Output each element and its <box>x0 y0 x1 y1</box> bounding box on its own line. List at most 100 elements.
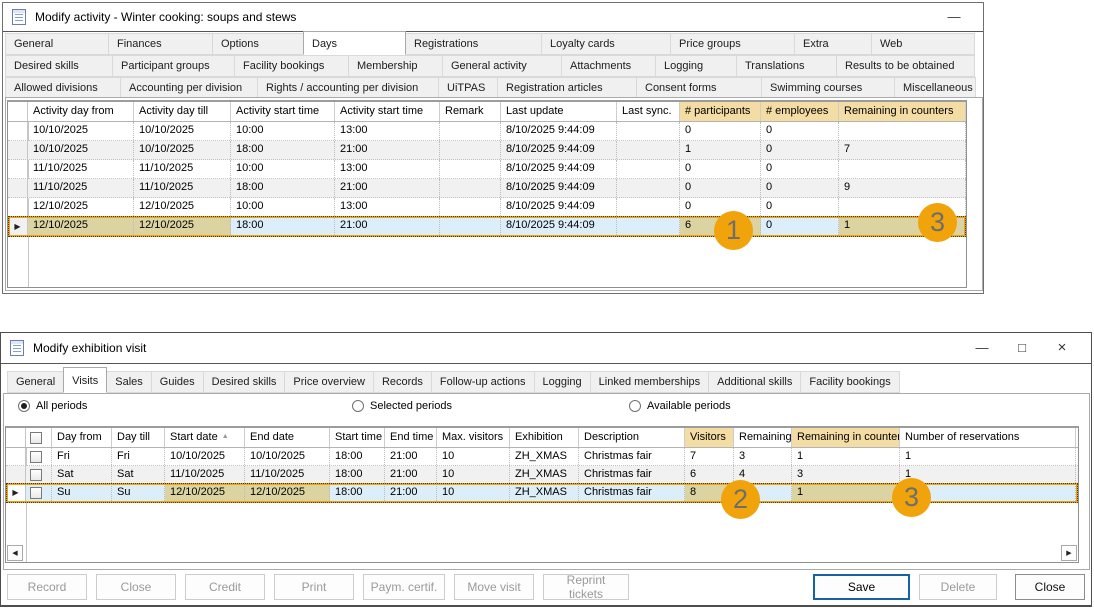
tab-participant-groups[interactable]: Participant groups <box>112 55 235 77</box>
row-selector-cell[interactable] <box>6 448 26 465</box>
record-button[interactable]: Record <box>7 574 87 600</box>
column-header-employees[interactable]: # employees <box>761 102 839 121</box>
row-selector-cell[interactable] <box>8 198 28 216</box>
tab-follow-up-actions[interactable]: Follow-up actions <box>431 371 535 393</box>
tab-uitpas[interactable]: UiTPAS <box>438 77 498 99</box>
table-row[interactable]: 11/10/202511/10/202510:0013:008/10/2025 … <box>8 160 966 179</box>
column-header-activity-start-time[interactable]: Activity start time <box>335 102 440 121</box>
scroll-right-icon[interactable]: ▶ <box>1061 545 1077 561</box>
tab-general[interactable]: General <box>5 33 109 55</box>
tab-registration-articles[interactable]: Registration articles <box>497 77 637 99</box>
select-all-checkbox-cell[interactable] <box>26 428 52 447</box>
reprint-tickets-button[interactable]: Reprint tickets <box>543 574 629 600</box>
close-button[interactable]: Close <box>1015 574 1085 600</box>
row-selector-cell[interactable]: ▶ <box>6 484 26 501</box>
column-header-start-time[interactable]: Start time <box>330 428 385 447</box>
row-selector-cell[interactable] <box>6 466 26 483</box>
radio-all-periods[interactable]: All periods <box>18 400 87 412</box>
column-header-end-time[interactable]: End time <box>385 428 437 447</box>
column-header-max-visitors[interactable]: Max. visitors <box>437 428 510 447</box>
row-checkbox-cell[interactable] <box>26 466 52 483</box>
table-row[interactable]: 12/10/202512/10/202510:0013:008/10/2025 … <box>8 198 966 217</box>
tab-days[interactable]: Days <box>303 31 406 55</box>
tab-swimming-courses[interactable]: Swimming courses <box>761 77 895 99</box>
column-header-last-sync[interactable]: Last sync. <box>617 102 680 121</box>
delete-button[interactable]: Delete <box>919 574 997 600</box>
tab-miscellaneous[interactable]: Miscellaneous <box>894 77 976 99</box>
column-header-remaining-in-counters[interactable]: Remaining in counters <box>839 102 966 121</box>
tab-loyalty-cards[interactable]: Loyalty cards <box>541 33 671 55</box>
row-selector-cell[interactable] <box>8 179 28 197</box>
checkbox-icon[interactable] <box>30 432 42 444</box>
visit-titlebar[interactable]: Modify exhibition visit — □ × <box>1 333 1091 364</box>
close-button[interactable]: Close <box>96 574 176 600</box>
column-header-remaining[interactable]: Remaining <box>734 428 792 447</box>
column-header-remaining-in-counters[interactable]: Remaining in counters <box>792 428 900 447</box>
tab-attachments[interactable]: Attachments <box>561 55 656 77</box>
row-checkbox-cell[interactable] <box>26 484 52 501</box>
table-row[interactable]: 10/10/202510/10/202510:0013:008/10/2025 … <box>8 122 966 141</box>
column-header-activity-day-till[interactable]: Activity day till <box>134 102 231 121</box>
tab-visits[interactable]: Visits <box>63 367 107 393</box>
radio-selected-periods[interactable]: Selected periods <box>352 400 452 412</box>
row-checkbox-cell[interactable] <box>26 448 52 465</box>
tab-allowed-divisions[interactable]: Allowed divisions <box>5 77 121 99</box>
tab-extra[interactable]: Extra <box>794 33 872 55</box>
tab-finances[interactable]: Finances <box>108 33 213 55</box>
table-row[interactable]: 11/10/202511/10/202518:0021:008/10/2025 … <box>8 179 966 198</box>
radio-available-periods[interactable]: Available periods <box>629 400 731 412</box>
close-icon[interactable]: × <box>1042 335 1082 361</box>
tab-logging[interactable]: Logging <box>534 371 591 393</box>
row-selector-cell[interactable]: ▶ <box>8 217 28 235</box>
tab-consent-forms[interactable]: Consent forms <box>636 77 762 99</box>
tab-guides[interactable]: Guides <box>151 371 204 393</box>
tab-price-overview[interactable]: Price overview <box>284 371 374 393</box>
activity-titlebar[interactable]: Modify activity - Winter cooking: soups … <box>3 3 983 32</box>
tab-general-activity[interactable]: General activity <box>442 55 562 77</box>
column-header-participants[interactable]: # participants <box>680 102 761 121</box>
tab-registrations[interactable]: Registrations <box>405 33 542 55</box>
checkbox-icon[interactable] <box>30 469 42 481</box>
tab-results-to-be-obtained[interactable]: Results to be obtained <box>836 55 975 77</box>
column-header-start-date[interactable]: Start date▲ <box>165 428 245 447</box>
radio-button-icon[interactable] <box>352 400 364 412</box>
column-header-last-update[interactable]: Last update <box>501 102 617 121</box>
column-header-day-from[interactable]: Day from <box>52 428 112 447</box>
minimize-icon[interactable]: — <box>934 4 974 30</box>
move-visit-button[interactable]: Move visit <box>454 574 534 600</box>
column-header-day-till[interactable]: Day till <box>112 428 165 447</box>
tab-additional-skills[interactable]: Additional skills <box>708 371 801 393</box>
maximize-icon[interactable]: □ <box>1002 335 1042 361</box>
tab-linked-memberships[interactable]: Linked memberships <box>590 371 710 393</box>
column-header-visitors[interactable]: Visitors <box>685 428 734 447</box>
scroll-left-icon[interactable]: ◀ <box>7 545 23 561</box>
column-header-activity-start-time[interactable]: Activity start time <box>231 102 335 121</box>
column-header-exhibition[interactable]: Exhibition <box>510 428 579 447</box>
tab-translations[interactable]: Translations <box>736 55 837 77</box>
minimize-icon[interactable]: — <box>962 335 1002 361</box>
checkbox-icon[interactable] <box>30 487 42 499</box>
table-row[interactable]: FriFri10/10/202510/10/202518:0021:0010ZH… <box>6 448 1078 466</box>
tab-options[interactable]: Options <box>212 33 304 55</box>
table-row[interactable]: ▶12/10/202512/10/202518:0021:008/10/2025… <box>8 217 966 236</box>
tab-price-groups[interactable]: Price groups <box>670 33 795 55</box>
tab-sales[interactable]: Sales <box>106 371 152 393</box>
column-header-remark[interactable]: Remark <box>440 102 501 121</box>
column-header-end-date[interactable]: End date <box>245 428 330 447</box>
row-selector-cell[interactable] <box>8 141 28 159</box>
tab-accounting-per-division[interactable]: Accounting per division <box>120 77 258 99</box>
credit-button[interactable]: Credit <box>185 574 265 600</box>
tab-facility-bookings[interactable]: Facility bookings <box>800 371 899 393</box>
row-selector-cell[interactable] <box>8 122 28 140</box>
checkbox-icon[interactable] <box>30 451 42 463</box>
tab-rights-accounting-per-division[interactable]: Rights / accounting per division <box>257 77 439 99</box>
column-header-description[interactable]: Description <box>579 428 685 447</box>
radio-button-icon[interactable] <box>629 400 641 412</box>
tab-logging[interactable]: Logging <box>655 55 737 77</box>
save-button[interactable]: Save <box>813 574 910 600</box>
column-header-activity-day-from[interactable]: Activity day from <box>28 102 134 121</box>
paym-certif-button[interactable]: Paym. certif. <box>363 574 445 600</box>
row-selector-cell[interactable] <box>8 160 28 178</box>
column-header-number-of-reservations[interactable]: Number of reservations <box>900 428 1076 447</box>
tab-desired-skills[interactable]: Desired skills <box>203 371 286 393</box>
